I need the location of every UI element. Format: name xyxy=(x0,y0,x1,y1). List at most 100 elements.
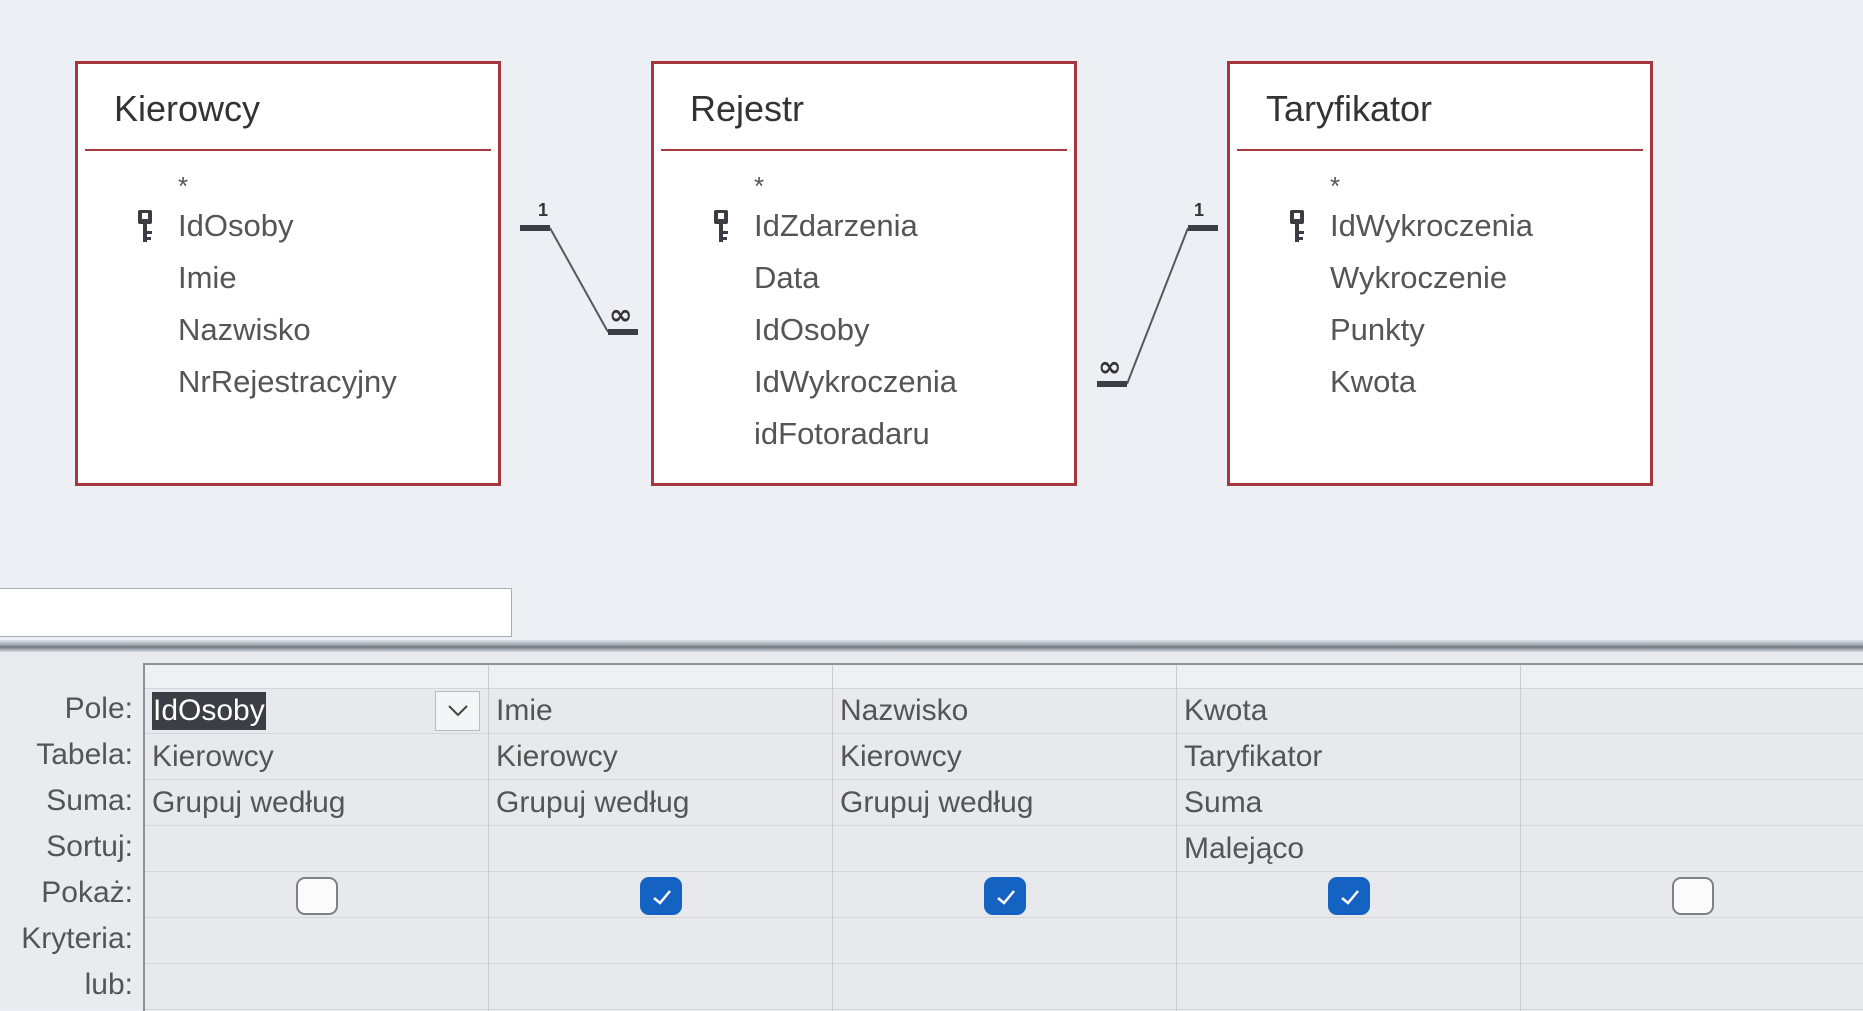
lub-cell[interactable] xyxy=(1177,964,1520,1010)
suma-cell[interactable]: Grupuj według xyxy=(489,780,832,826)
field-item-nrrejestracyjny[interactable]: NrRejestracyjny xyxy=(78,356,498,408)
table-title-divider xyxy=(661,149,1067,151)
column-selector[interactable] xyxy=(145,665,488,689)
column-selector[interactable] xyxy=(833,665,1176,689)
field-name: * xyxy=(754,171,765,201)
grid-column-4[interactable]: Kwota Taryfikator Suma Malejąco xyxy=(1177,665,1521,1011)
sortuj-cell[interactable] xyxy=(145,826,488,872)
suma-value: Grupuj według xyxy=(496,786,690,819)
field-item-idfotoradaru[interactable]: idFotoradaru xyxy=(654,408,1074,460)
pole-cell[interactable]: Imie xyxy=(489,688,832,734)
table-kierowcy[interactable]: Kierowcy * IdOsoby Imie Nazwisko NrRejestracy… xyxy=(75,61,501,486)
table-title[interactable]: Taryfikator xyxy=(1266,88,1432,130)
field-dropdown-button[interactable] xyxy=(435,691,480,731)
pole-value: IdOsoby xyxy=(152,692,266,730)
field-item-kwota[interactable]: Kwota xyxy=(1230,356,1650,408)
suma-cell[interactable]: Grupuj według xyxy=(145,780,488,826)
lub-cell[interactable] xyxy=(1521,964,1863,1010)
grid-column-5[interactable] xyxy=(1521,665,1863,1011)
field-name: Imie xyxy=(178,260,237,295)
column-selector[interactable] xyxy=(1521,665,1863,689)
many-side-label: ∞ xyxy=(609,298,632,331)
lub-cell[interactable] xyxy=(489,964,832,1010)
pokaz-cell xyxy=(833,872,1176,918)
table-rejestr[interactable]: Rejestr * IdZdarzenia Data IdOsoby IdWykrocze… xyxy=(651,61,1077,486)
show-checkbox[interactable] xyxy=(295,877,338,915)
all-fields-item[interactable]: * xyxy=(78,156,498,201)
column-selector[interactable] xyxy=(489,665,832,689)
suma-cell[interactable] xyxy=(1521,780,1863,826)
pokaz-cell xyxy=(1521,872,1863,918)
show-checkbox[interactable] xyxy=(1671,877,1714,915)
field-item-data[interactable]: Data xyxy=(654,252,1074,304)
selection-field-box[interactable] xyxy=(0,588,512,637)
relationship-line-1[interactable]: 1∞ xyxy=(520,200,638,335)
field-name: idFotoradaru xyxy=(754,416,930,451)
kryteria-cell[interactable] xyxy=(145,918,488,964)
tabela-cell[interactable]: Taryfikator xyxy=(1177,734,1520,780)
suma-cell[interactable]: Suma xyxy=(1177,780,1520,826)
query-design-canvas[interactable]: 1 ∞ 1 ∞ Kierowcy * IdOsoby Imie Nazwisko NrRejes… xyxy=(0,0,1863,585)
pane-splitter[interactable] xyxy=(0,640,1863,652)
row-label-pokaz: Pokaż: xyxy=(41,876,133,909)
table-title[interactable]: Rejestr xyxy=(690,88,804,130)
show-checkbox[interactable] xyxy=(639,877,682,915)
field-item-idwykroczenia[interactable]: IdWykroczenia xyxy=(654,356,1074,408)
kryteria-cell[interactable] xyxy=(489,918,832,964)
tabela-cell[interactable]: Kierowcy xyxy=(833,734,1176,780)
field-item-wykroczenie[interactable]: Wykroczenie xyxy=(1230,252,1650,304)
kryteria-cell[interactable] xyxy=(1521,918,1863,964)
pole-cell[interactable]: Nazwisko xyxy=(833,688,1176,734)
pokaz-cell xyxy=(489,872,832,918)
one-side-label: 1 xyxy=(538,200,548,220)
table-title[interactable]: Kierowcy xyxy=(114,88,260,130)
kryteria-cell[interactable] xyxy=(1177,918,1520,964)
sortuj-cell[interactable] xyxy=(833,826,1176,872)
field-item-nazwisko[interactable]: Nazwisko xyxy=(78,304,498,356)
relationship-line-2[interactable]: 1∞ xyxy=(1097,200,1218,387)
field-name: IdWykroczenia xyxy=(1330,208,1534,243)
field-name: * xyxy=(1330,171,1341,201)
pokaz-cell xyxy=(145,872,488,918)
show-checkbox[interactable] xyxy=(983,877,1026,915)
table-taryfikator[interactable]: Taryfikator * IdWykroczenia Wykroczenie Punk… xyxy=(1227,61,1653,486)
kryteria-cell[interactable] xyxy=(833,918,1176,964)
pole-cell[interactable]: Kwota xyxy=(1177,688,1520,734)
tabela-cell[interactable] xyxy=(1521,734,1863,780)
suma-cell[interactable]: Grupuj według xyxy=(833,780,1176,826)
field-item-idosoby[interactable]: IdOsoby xyxy=(78,200,498,252)
field-name: Punkty xyxy=(1330,312,1425,347)
field-name: Nazwisko xyxy=(178,312,311,347)
field-name: * xyxy=(178,171,189,201)
show-checkbox[interactable] xyxy=(1327,877,1370,915)
field-name: NrRejestracyjny xyxy=(178,364,397,399)
sortuj-cell[interactable]: Malejąco xyxy=(1177,826,1520,872)
pole-value: Imie xyxy=(496,694,553,727)
field-item-idzdarzenia[interactable]: IdZdarzenia xyxy=(654,200,1074,252)
lub-cell[interactable] xyxy=(145,964,488,1010)
pokaz-cell xyxy=(1177,872,1520,918)
lub-cell[interactable] xyxy=(833,964,1176,1010)
field-list: * IdZdarzenia Data IdOsoby IdWykroczenia idFo… xyxy=(654,156,1074,460)
column-selector[interactable] xyxy=(1177,665,1520,689)
all-fields-item[interactable]: * xyxy=(654,156,1074,201)
field-item-imie[interactable]: Imie xyxy=(78,252,498,304)
pole-cell[interactable] xyxy=(1521,688,1863,734)
field-item-idosoby[interactable]: IdOsoby xyxy=(654,304,1074,356)
pole-cell[interactable]: IdOsoby xyxy=(145,688,488,734)
field-item-punkty[interactable]: Punkty xyxy=(1230,304,1650,356)
sortuj-cell[interactable] xyxy=(1521,826,1863,872)
grid-column-1[interactable]: IdOsoby Kierowcy Grupuj według xyxy=(145,665,489,1011)
tabela-value: Kierowcy xyxy=(840,740,962,773)
sortuj-cell[interactable] xyxy=(489,826,832,872)
all-fields-item[interactable]: * xyxy=(1230,156,1650,201)
tabela-value: Kierowcy xyxy=(152,740,274,773)
field-item-idwykroczenia[interactable]: IdWykroczenia xyxy=(1230,200,1650,252)
grid-column-3[interactable]: Nazwisko Kierowcy Grupuj według xyxy=(833,665,1177,1011)
field-name: IdOsoby xyxy=(754,312,870,347)
row-label-pole: Pole: xyxy=(64,692,133,725)
grid-column-2[interactable]: Imie Kierowcy Grupuj według xyxy=(489,665,833,1011)
tabela-cell[interactable]: Kierowcy xyxy=(489,734,832,780)
tabela-cell[interactable]: Kierowcy xyxy=(145,734,488,780)
field-name: IdOsoby xyxy=(178,208,294,243)
